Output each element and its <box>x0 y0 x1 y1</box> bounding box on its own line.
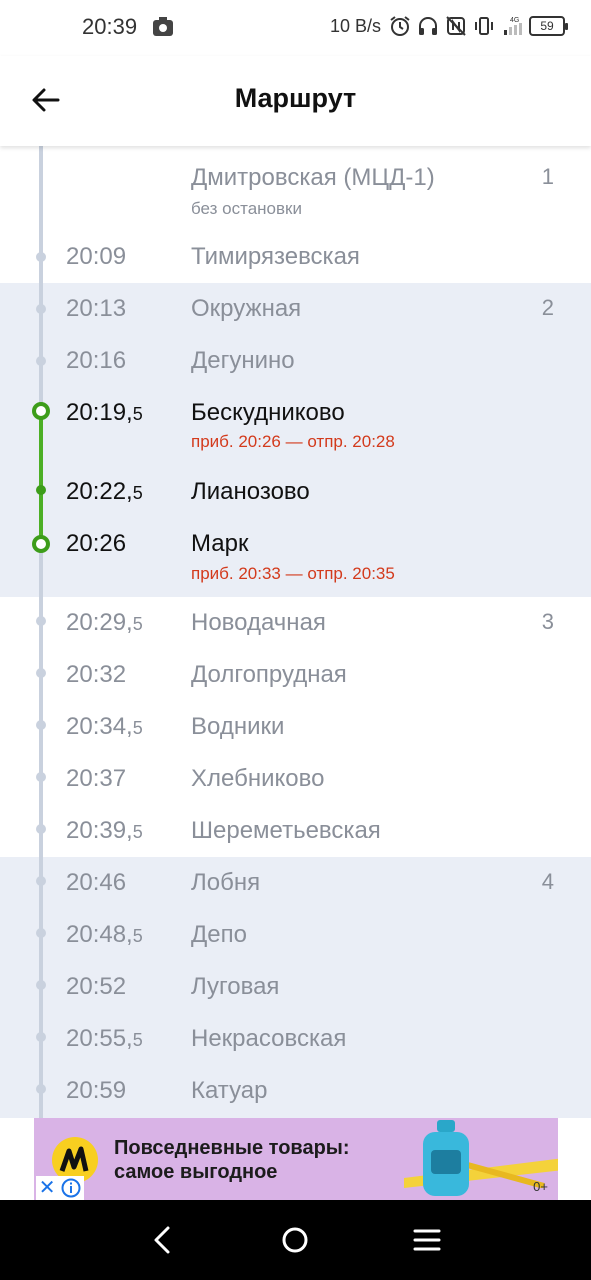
ad-product-bottle-icon <box>423 1120 469 1196</box>
station-name: Депо <box>191 921 247 948</box>
list-item[interactable]: 20:09 Тимирязевская <box>0 243 591 295</box>
svg-text:4G: 4G <box>510 17 519 24</box>
stop-note: приб. 20:33 — отпр. 20:35 <box>191 564 395 583</box>
age-rating: 0+ <box>533 1179 548 1194</box>
list-item[interactable]: 20:39,5 Шереметьевская <box>0 817 591 869</box>
station-name: Некрасовская <box>191 1025 347 1052</box>
stop-time: 20:46 <box>66 869 127 896</box>
stop-time: 20:26 <box>66 530 127 557</box>
station-name: Бескудниково <box>191 399 345 426</box>
screenshot-icon <box>153 17 173 36</box>
station-name: Дмитровская (МЦД-1) <box>191 164 435 191</box>
list-item[interactable]: 20:48,5 Депо <box>0 921 591 973</box>
station-name: Катуар <box>191 1077 268 1104</box>
station-name: Шереметьевская <box>191 817 381 844</box>
zone-number: 4 <box>541 869 554 894</box>
list-item[interactable]: 20:16 Дегунино <box>0 347 591 399</box>
headphones-icon <box>419 17 437 35</box>
list-item[interactable]: 20:19,5 Бескудниково приб. 20:26 — отпр.… <box>0 399 591 451</box>
station-name: Хлебниково <box>191 765 325 792</box>
stop-time: 20:48,5 <box>66 921 143 948</box>
ad-banner[interactable]: Повседневные товары: самое выгодное 0+ <box>34 1118 558 1200</box>
station-name: Окружная <box>191 295 302 322</box>
list-item[interactable]: 20:37 Хлебниково <box>0 765 591 817</box>
battery-icon: 59 <box>529 16 568 36</box>
list-item[interactable]: 20:55,5 Некрасовская <box>0 1025 591 1077</box>
list-item[interactable]: 20:46 Лобня 4 <box>0 869 591 921</box>
station-name: Лобня <box>191 869 261 896</box>
ad-line-2: самое выгодное <box>114 1161 278 1183</box>
list-item[interactable]: 20:22,5 Лианозово <box>0 478 591 530</box>
stop-time: 20:55,5 <box>66 1025 143 1052</box>
stop-time: 20:34,5 <box>66 713 143 740</box>
list-item[interactable]: 20:29,5 Новодачная 3 <box>0 609 591 661</box>
signal-icon: 4G <box>504 17 522 35</box>
list-item[interactable]: 20:32 Долгопрудная <box>0 661 591 713</box>
stop-time: 20:52 <box>66 973 127 1000</box>
route-list[interactable]: Дмитровская (МЦД-1) 1 без остановки 20:0… <box>0 146 591 1118</box>
stop-time: 20:32 <box>66 661 127 688</box>
list-item[interactable]: 20:26 Марк приб. 20:33 — отпр. 20:35 <box>0 530 591 583</box>
list-item[interactable]: 20:34,5 Водники <box>0 713 591 765</box>
stop-time: 20:19,5 <box>66 399 143 426</box>
station-name: Тимирязевская <box>191 243 360 270</box>
info-icon[interactable] <box>61 1178 81 1198</box>
stop-note: приб. 20:26 — отпр. 20:28 <box>191 432 395 451</box>
page-title: Маршрут <box>234 83 357 113</box>
stop-time: 20:22,5 <box>66 478 143 505</box>
alarm-icon <box>390 16 410 36</box>
network-speed: 10 B/s <box>329 15 381 36</box>
ad-line-1: Повседневные товары: <box>114 1137 350 1159</box>
station-name: Лианозово <box>191 478 310 505</box>
status-time: 20:39 <box>82 14 138 39</box>
list-item[interactable]: 20:13 Окружная 2 <box>0 295 591 347</box>
nav-menu-icon[interactable] <box>409 1222 445 1258</box>
stop-note: без остановки <box>191 199 302 218</box>
nav-back-icon[interactable] <box>146 1222 182 1258</box>
ad-text: Повседневные товары: самое выгодное <box>114 1136 350 1184</box>
nav-home-icon[interactable] <box>277 1222 313 1258</box>
status-icons: 10 B/s 4G 59 <box>329 15 568 37</box>
close-icon[interactable]: ✕ <box>39 1177 56 1199</box>
ad-controls[interactable]: ✕ <box>36 1176 84 1200</box>
zone-number: 1 <box>541 164 554 189</box>
system-navigation-bar <box>0 1200 591 1280</box>
app-header: Маршрут <box>0 56 591 146</box>
nfc-icon <box>446 16 466 36</box>
battery-level: 59 <box>540 19 554 33</box>
list-item[interactable]: Дмитровская (МЦД-1) 1 без остановки <box>0 164 591 218</box>
zone-number: 2 <box>541 295 554 320</box>
station-name: Марк <box>191 530 249 557</box>
station-name: Водники <box>191 713 285 740</box>
stop-time: 20:29,5 <box>66 609 143 636</box>
list-item[interactable]: 20:52 Луговая <box>0 973 591 1025</box>
stop-time: 20:13 <box>66 295 127 322</box>
stop-time: 20:37 <box>66 765 127 792</box>
stop-time: 20:39,5 <box>66 817 143 844</box>
station-name: Новодачная <box>191 609 326 636</box>
list-item[interactable]: 20:59 Катуар <box>0 1077 591 1118</box>
stop-time: 20:59 <box>66 1077 127 1104</box>
station-name: Луговая <box>191 973 280 1000</box>
station-name: Долгопрудная <box>191 661 347 688</box>
stop-time: 20:16 <box>66 347 127 374</box>
status-bar: 20:39 10 B/s 4G 59 <box>0 0 591 56</box>
zone-number: 3 <box>541 609 554 634</box>
stop-time: 20:09 <box>66 243 127 270</box>
station-name: Дегунино <box>191 347 295 374</box>
vibrate-icon <box>475 17 493 35</box>
